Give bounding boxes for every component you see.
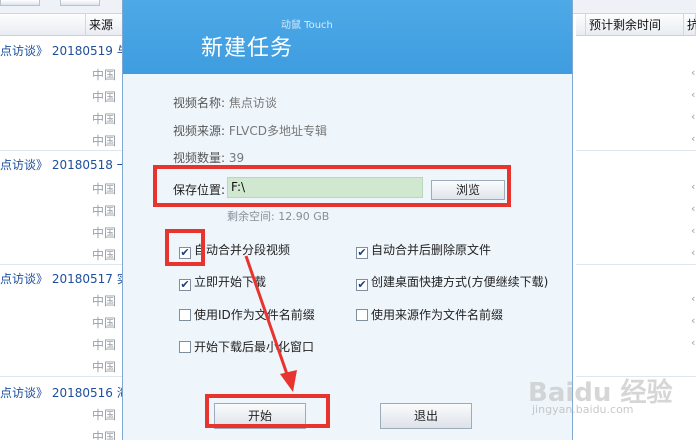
row-source: 中国 <box>92 248 117 262</box>
watermark-url: jingyan.baidu.com <box>532 403 634 416</box>
option-label: 使用来源作为文件名前缀 <box>371 308 504 322</box>
group-title[interactable]: 点访谈》 20180516 海 <box>0 384 129 401</box>
status-icon[interactable]: ‹ <box>691 202 695 215</box>
option-label: 自动合并分段视频 <box>194 243 291 257</box>
row-source: 中国 <box>92 182 117 196</box>
row-source: 中国 <box>92 408 117 422</box>
divider <box>0 376 124 377</box>
checkbox-icon[interactable] <box>356 309 368 321</box>
option-label: 使用ID作为文件名前缀 <box>194 308 315 322</box>
row-source: 中国 <box>92 204 117 218</box>
highlight-start-button <box>205 394 330 428</box>
group-title[interactable]: 点访谈》 20180519 与 <box>0 42 129 59</box>
column-header-eta[interactable]: 预计剩余时间 <box>586 14 684 36</box>
free-space-text: 剩余空间: 12.90 GB <box>227 210 330 223</box>
video-name-row: 视频名称: 焦点访谈 <box>173 94 277 111</box>
status-icon[interactable]: ‹ <box>691 336 695 349</box>
video-count-value: 39 <box>228 151 245 165</box>
group-title[interactable]: 点访谈》 20180517 实 <box>0 270 129 287</box>
divider <box>576 150 696 151</box>
dialog-header: 动鼠 Touch 新建任务 <box>123 0 572 74</box>
status-icon[interactable]: ‹ <box>691 224 695 237</box>
status-icon[interactable]: ‹ <box>691 132 695 145</box>
option-desktop-shortcut[interactable]: ✔ 创建桌面快捷方式(方便继续下载) <box>356 273 548 291</box>
row-source: 中国 <box>92 134 117 148</box>
option-label: 开始下载后最小化窗口 <box>194 340 315 354</box>
status-icon[interactable]: ‹ <box>691 110 695 123</box>
group-title[interactable]: 点访谈》 20180518 一 <box>0 156 129 173</box>
option-source-prefix[interactable]: 使用来源作为文件名前缀 <box>356 306 503 323</box>
status-icon[interactable]: ‹ <box>691 88 695 101</box>
status-icon[interactable]: ‹ <box>691 66 695 79</box>
row-source: 中国 <box>92 294 117 308</box>
toolbar-button[interactable] <box>0 0 40 6</box>
checkbox-icon[interactable]: ✔ <box>356 279 368 291</box>
new-task-dialog: 动鼠 Touch 新建任务 视频名称: 焦点访谈 视频来源: FLVCD多地址专… <box>122 0 573 440</box>
option-auto-merge-delete[interactable]: ✔ 自动合并后删除原文件 <box>356 241 491 259</box>
checkbox-icon[interactable]: ✔ <box>356 247 368 259</box>
video-name-label: 视频名称: <box>173 96 226 110</box>
highlight-save-location <box>153 165 511 207</box>
column-header-extra[interactable]: 抗 <box>684 14 696 36</box>
video-source-label: 视频来源: <box>173 124 226 138</box>
option-label: 创建桌面快捷方式(方便继续下载) <box>371 275 549 289</box>
divider <box>576 264 696 265</box>
option-label: 立即开始下载 <box>194 275 267 289</box>
row-source: 中国 <box>92 338 117 352</box>
column-header-sep[interactable] <box>576 14 586 36</box>
video-count-row: 视频数量: 39 <box>173 149 244 166</box>
toolbar-button[interactable] <box>60 0 100 6</box>
row-source: 中国 <box>92 68 117 82</box>
video-name-value: 焦点访谈 <box>228 96 277 110</box>
row-source: 中国 <box>92 226 117 240</box>
row-source: 中国 <box>92 112 117 126</box>
video-source-value: FLVCD多地址专辑 <box>228 124 327 138</box>
option-label: 自动合并后删除原文件 <box>371 243 492 257</box>
option-id-prefix[interactable]: 使用ID作为文件名前缀 <box>179 306 315 323</box>
column-header-source[interactable]: 来源 <box>86 14 123 36</box>
row-source: 中国 <box>92 90 117 104</box>
option-minimize[interactable]: 开始下载后最小化窗口 <box>179 338 314 355</box>
divider <box>0 264 124 265</box>
status-icon[interactable]: ‹ <box>691 314 695 327</box>
app-logo: 动鼠 Touch <box>281 20 333 31</box>
exit-button[interactable]: 退出 <box>380 403 472 429</box>
checkbox-icon[interactable]: ✔ <box>179 279 191 291</box>
row-source: 中国 <box>92 316 117 330</box>
highlight-auto-merge-checkbox <box>165 229 205 266</box>
divider <box>0 150 124 151</box>
checkbox-icon[interactable] <box>179 341 191 353</box>
status-icon[interactable]: ‹ <box>691 292 695 305</box>
row-source: 中国 <box>92 360 117 374</box>
video-source-row: 视频来源: FLVCD多地址专辑 <box>173 122 327 139</box>
dialog-title: 新建任务 <box>201 36 294 61</box>
row-source: 中国 <box>92 430 117 440</box>
option-start-now[interactable]: ✔ 立即开始下载 <box>179 273 266 291</box>
status-icon[interactable]: ‹ <box>691 180 695 193</box>
status-icon[interactable]: ‹ <box>691 246 695 259</box>
checkbox-icon[interactable] <box>179 309 191 321</box>
video-count-label: 视频数量: <box>173 151 226 165</box>
column-header-name[interactable] <box>0 14 86 36</box>
